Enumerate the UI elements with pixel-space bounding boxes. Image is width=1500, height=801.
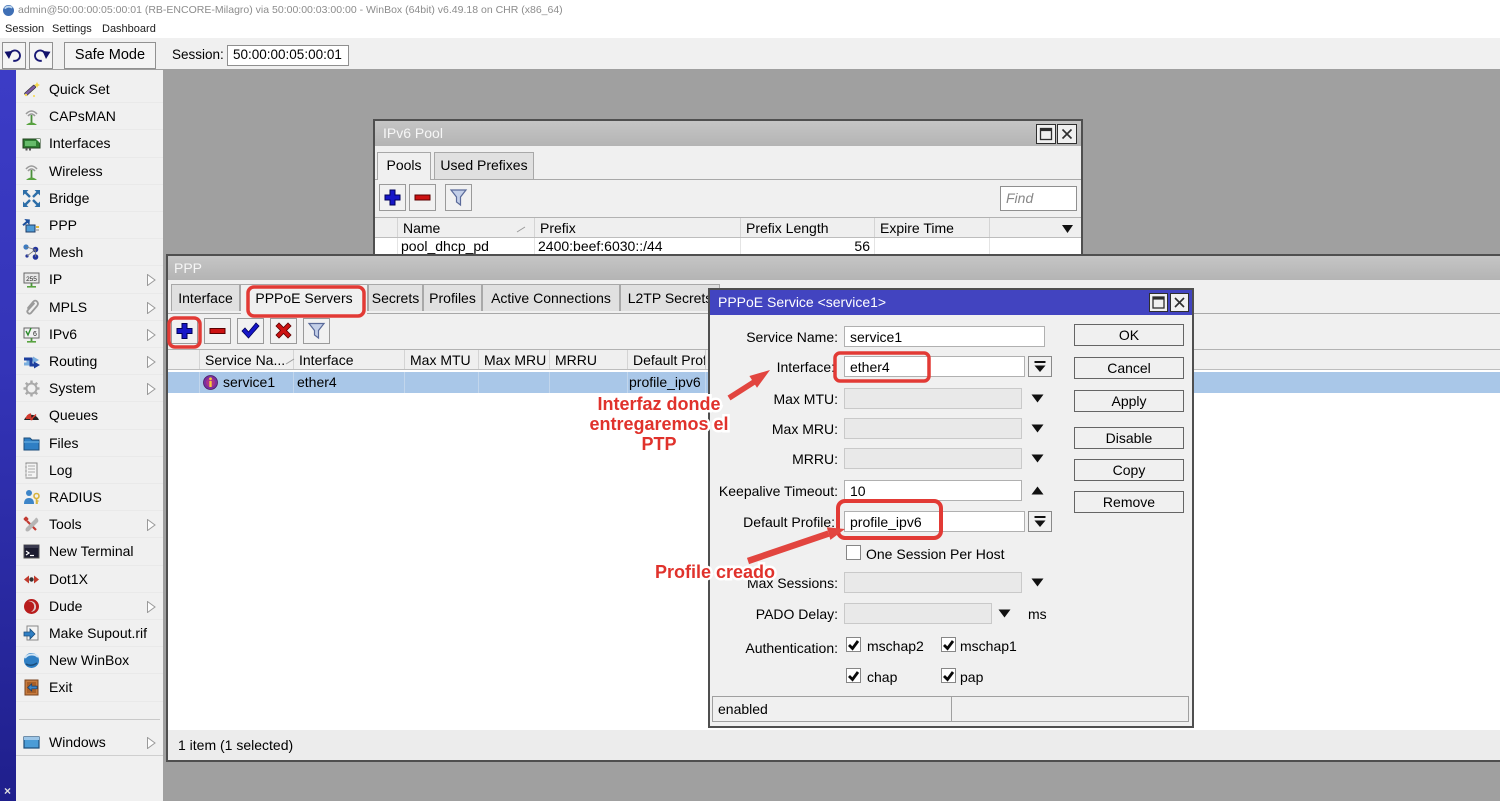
svg-text:6: 6	[33, 331, 37, 338]
svg-text:255: 255	[26, 276, 37, 283]
